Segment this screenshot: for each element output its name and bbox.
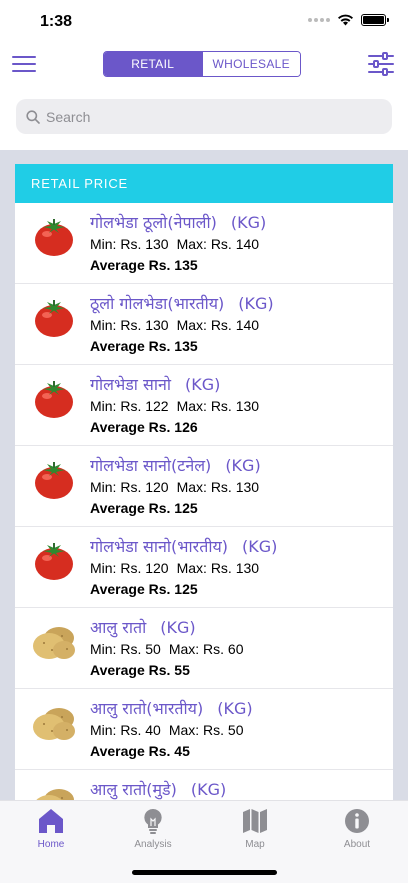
card-header: RETAIL PRICE xyxy=(15,164,393,203)
tab-analysis[interactable]: Analysis xyxy=(113,807,193,853)
item-average-price: Average Rs. 126 xyxy=(90,419,198,435)
search-icon xyxy=(26,109,40,124)
item-price-range: Min: Rs. 40 Max: Rs. 50 xyxy=(90,722,244,738)
list-item[interactable]: आलु रातो (KG) Min: Rs. 50 Max: Rs. 60 Averag… xyxy=(15,608,393,689)
status-icons xyxy=(308,14,389,26)
price-list: गोलभेडा ठूलो(नेपाली) (KG) Min: Rs. 130 Max:… xyxy=(15,203,393,800)
tab-map[interactable]: Map xyxy=(215,807,295,853)
item-name: ठूलो गोलभेडा(भारतीय) (KG) xyxy=(90,294,274,313)
item-average-price: Average Rs. 125 xyxy=(90,581,198,597)
segment-wholesale[interactable]: WHOLESALE xyxy=(201,52,300,76)
menu-button[interactable] xyxy=(12,56,36,72)
list-item[interactable]: ठूलो गोलभेडा(भारतीय) (KG) Min: Rs. 130 Max:… xyxy=(15,284,393,365)
price-type-segmented-control: RETAIL WHOLESALE xyxy=(103,51,301,77)
segment-retail[interactable]: RETAIL xyxy=(104,52,202,76)
tab-analysis-label: Analysis xyxy=(134,839,172,850)
item-min-price: Min: Rs. 120 xyxy=(90,479,169,495)
item-average-price: Average Rs. 55 xyxy=(90,662,190,678)
item-max-price: Max: Rs. 140 xyxy=(176,236,260,252)
item-unit: (KG) xyxy=(190,780,227,799)
tab-map-label: Map xyxy=(245,839,265,850)
tab-home-label: Home xyxy=(37,839,65,850)
item-average-price: Average Rs. 125 xyxy=(90,500,198,516)
item-min-price: Min: Rs. 50 xyxy=(90,641,161,657)
nav-bar: RETAIL WHOLESALE xyxy=(0,44,408,84)
item-average-price: Average Rs. 45 xyxy=(90,743,190,759)
item-name: गोलभेडा सानो(टनेल) (KG) xyxy=(90,456,261,475)
item-min-price: Min: Rs. 40 xyxy=(90,722,161,738)
item-unit: (KG) xyxy=(242,537,278,556)
item-price-range: Min: Rs. 120 Max: Rs. 130 xyxy=(90,560,259,576)
item-name: आलु रातो(भारतीय) (KG) xyxy=(90,699,253,718)
info-icon xyxy=(345,809,369,833)
wifi-icon xyxy=(338,14,353,26)
item-unit: (KG) xyxy=(238,294,274,313)
tomato-icon xyxy=(32,376,76,420)
list-item[interactable]: आलु रातो(भारतीय) (KG) Min: Rs. 40 Max: Rs. … xyxy=(15,689,393,770)
item-max-price: Max: Rs. 130 xyxy=(176,560,260,576)
tomato-icon xyxy=(32,214,76,258)
home-indicator xyxy=(132,870,277,875)
cellular-signal-icon xyxy=(308,18,330,22)
tomato-icon xyxy=(32,295,76,339)
home-icon xyxy=(39,809,63,833)
lightbulb-icon xyxy=(144,808,162,834)
item-average-price: Average Rs. 135 xyxy=(90,338,198,354)
tomato-icon xyxy=(32,538,76,582)
status-bar: 1:38 xyxy=(0,0,408,44)
map-icon xyxy=(243,809,267,833)
item-unit: (KG) xyxy=(225,456,261,475)
tab-about-label: About xyxy=(343,839,371,850)
status-time: 1:38 xyxy=(40,13,73,30)
item-max-price: Max: Rs. 140 xyxy=(176,317,260,333)
item-name: गोलभेडा सानो(भारतीय) (KG) xyxy=(90,537,278,556)
tab-home[interactable]: Home xyxy=(11,807,91,853)
item-price-range: Min: Rs. 50 Max: Rs. 60 xyxy=(90,641,244,657)
potato-icon xyxy=(32,700,76,744)
list-item[interactable]: गोलभेडा सानो(भारतीय) (KG) Min: Rs. 120 Max:… xyxy=(15,527,393,608)
search-bar xyxy=(16,99,392,134)
battery-icon xyxy=(361,14,389,26)
item-name: आलु रातो (KG) xyxy=(90,618,196,637)
item-min-price: Min: Rs. 130 xyxy=(90,236,169,252)
item-price-range: Min: Rs. 130 Max: Rs. 140 xyxy=(90,317,259,333)
list-item[interactable]: गोलभेडा सानो(टनेल) (KG) Min: Rs. 120 Max: R… xyxy=(15,446,393,527)
item-price-range: Min: Rs. 120 Max: Rs. 130 xyxy=(90,479,259,495)
list-item[interactable]: आलु रातो(मुडे) (KG) xyxy=(15,770,393,800)
item-min-price: Min: Rs. 130 xyxy=(90,317,169,333)
search-input[interactable] xyxy=(46,108,366,125)
filter-button[interactable] xyxy=(368,52,394,76)
item-unit: (KG) xyxy=(185,375,221,394)
item-unit: (KG) xyxy=(217,699,253,718)
item-name: गोलभेडा सानो (KG) xyxy=(90,375,221,394)
item-average-price: Average Rs. 135 xyxy=(90,257,198,273)
item-max-price: Max: Rs. 50 xyxy=(168,722,244,738)
item-name: गोलभेडा ठूलो(नेपाली) (KG) xyxy=(90,213,267,232)
item-unit: (KG) xyxy=(230,213,267,232)
item-min-price: Min: Rs. 120 xyxy=(90,560,169,576)
item-min-price: Min: Rs. 122 xyxy=(90,398,169,414)
item-price-range: Min: Rs. 122 Max: Rs. 130 xyxy=(90,398,259,414)
item-max-price: Max: Rs. 60 xyxy=(168,641,244,657)
price-card: RETAIL PRICE गोलभेडा ठूलो(नेपाली) (KG) Min… xyxy=(15,164,393,800)
potato-icon xyxy=(32,619,76,663)
list-item[interactable]: गोलभेडा ठूलो(नेपाली) (KG) Min: Rs. 130 Max:… xyxy=(15,203,393,284)
item-name: आलु रातो(मुडे) (KG) xyxy=(90,780,227,799)
item-max-price: Max: Rs. 130 xyxy=(176,398,260,414)
item-price-range: Min: Rs. 130 Max: Rs. 140 xyxy=(90,236,259,252)
list-item[interactable]: गोलभेडा सानो (KG) Min: Rs. 122 Max: Rs. 130… xyxy=(15,365,393,446)
potato-icon xyxy=(32,781,76,800)
tab-about[interactable]: About xyxy=(317,807,397,853)
sliders-icon xyxy=(368,52,394,76)
tomato-icon xyxy=(32,457,76,501)
content-area: RETAIL PRICE गोलभेडा ठूलो(नेपाली) (KG) Min… xyxy=(0,150,408,800)
item-unit: (KG) xyxy=(160,618,196,637)
item-max-price: Max: Rs. 130 xyxy=(176,479,260,495)
card-title: RETAIL PRICE xyxy=(31,176,129,191)
